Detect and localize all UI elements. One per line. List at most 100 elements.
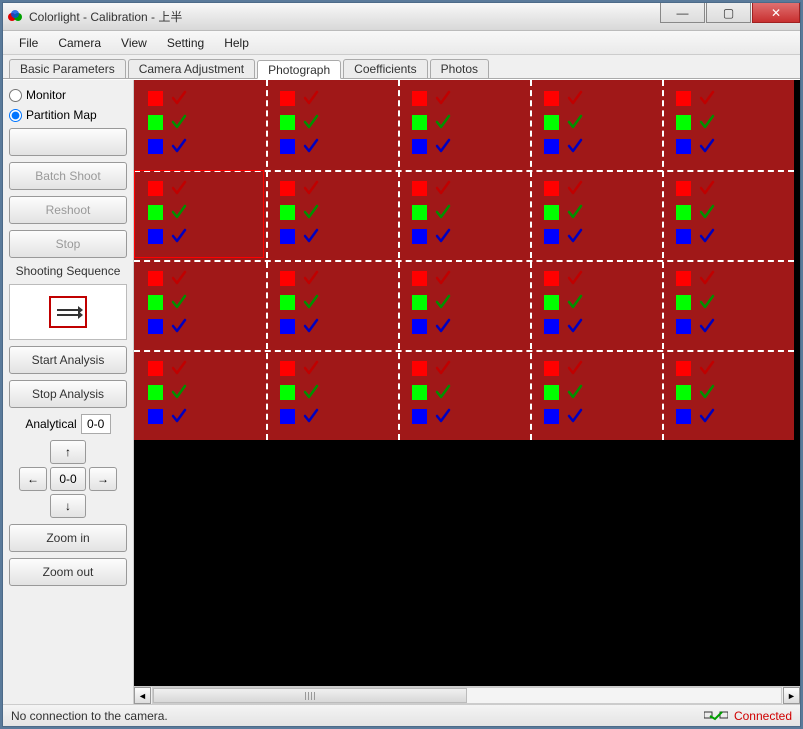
partition-viewport[interactable] — [134, 80, 800, 686]
check-icon — [567, 360, 583, 376]
check-icon — [171, 114, 187, 130]
partition-cell[interactable] — [662, 170, 794, 260]
scroll-thumb[interactable] — [153, 688, 467, 703]
green-swatch — [280, 115, 295, 130]
red-swatch — [280, 361, 295, 376]
tab-strip: Basic Parameters Camera Adjustment Photo… — [3, 55, 800, 79]
menu-view[interactable]: View — [111, 33, 157, 53]
blue-swatch — [676, 139, 691, 154]
nav-right-button[interactable]: → — [89, 467, 117, 491]
sequence-icon — [49, 296, 87, 328]
check-icon — [303, 270, 319, 286]
analytical-input[interactable] — [81, 414, 111, 434]
nav-down-button[interactable]: ↓ — [50, 494, 86, 518]
green-swatch — [544, 115, 559, 130]
nav-left-button[interactable]: ← — [19, 467, 47, 491]
tab-photos[interactable]: Photos — [430, 59, 489, 78]
radio-monitor-input[interactable] — [9, 89, 22, 102]
partition-area — [134, 80, 794, 440]
blue-swatch — [544, 229, 559, 244]
partition-cell[interactable] — [530, 350, 662, 440]
check-icon — [303, 114, 319, 130]
check-icon — [699, 270, 715, 286]
menu-file[interactable]: File — [9, 33, 48, 53]
check-icon — [171, 294, 187, 310]
scroll-right-button[interactable]: ► — [783, 687, 800, 704]
check-icon — [567, 228, 583, 244]
partition-cell[interactable] — [266, 350, 398, 440]
blue-swatch — [280, 139, 295, 154]
tab-basic-parameters[interactable]: Basic Parameters — [9, 59, 126, 78]
partition-cell[interactable] — [266, 170, 398, 260]
check-icon — [435, 90, 451, 106]
partition-cell[interactable] — [530, 170, 662, 260]
partition-cell[interactable] — [398, 260, 530, 350]
check-icon — [435, 384, 451, 400]
stop-analysis-button[interactable]: Stop Analysis — [9, 380, 127, 408]
check-icon — [699, 408, 715, 424]
status-left-text: No connection to the camera. — [11, 709, 168, 723]
partition-cell[interactable] — [134, 260, 266, 350]
red-swatch — [412, 181, 427, 196]
content-area: Monitor Partition Map Batch Shoot Reshoo… — [3, 79, 800, 704]
check-icon — [303, 384, 319, 400]
partition-cell[interactable] — [662, 260, 794, 350]
red-swatch — [544, 181, 559, 196]
nav-center-cell[interactable]: 0-0 — [50, 467, 86, 491]
partition-cell[interactable] — [398, 170, 530, 260]
blue-swatch — [412, 229, 427, 244]
tab-photograph[interactable]: Photograph — [257, 60, 341, 79]
blue-swatch — [544, 409, 559, 424]
batch-shoot-button[interactable]: Batch Shoot — [9, 162, 127, 190]
close-button[interactable]: ✕ — [752, 3, 800, 23]
check-icon — [567, 138, 583, 154]
maximize-button[interactable]: ▢ — [706, 3, 751, 23]
partition-cell[interactable] — [398, 80, 530, 170]
shooting-sequence-box[interactable] — [9, 284, 127, 340]
scroll-track[interactable] — [152, 687, 782, 704]
partition-cell[interactable] — [662, 80, 794, 170]
partition-cell[interactable] — [530, 80, 662, 170]
check-icon — [303, 138, 319, 154]
partition-cell[interactable] — [134, 350, 266, 440]
partition-cell[interactable] — [530, 260, 662, 350]
red-swatch — [280, 181, 295, 196]
red-swatch — [676, 91, 691, 106]
radio-partition-map-input[interactable] — [9, 109, 22, 122]
red-swatch — [544, 361, 559, 376]
partition-cell[interactable] — [134, 80, 266, 170]
check-icon — [435, 408, 451, 424]
zoom-in-button[interactable]: Zoom in — [9, 524, 127, 552]
menu-help[interactable]: Help — [214, 33, 259, 53]
green-swatch — [412, 295, 427, 310]
radio-partition-map[interactable]: Partition Map — [9, 108, 127, 122]
menu-camera[interactable]: Camera — [48, 33, 111, 53]
blank-button[interactable] — [9, 128, 127, 156]
radio-monitor[interactable]: Monitor — [9, 88, 127, 102]
partition-cell[interactable] — [398, 350, 530, 440]
blue-swatch — [676, 319, 691, 334]
check-icon — [171, 408, 187, 424]
menu-setting[interactable]: Setting — [157, 33, 214, 53]
tab-camera-adjustment[interactable]: Camera Adjustment — [128, 59, 255, 78]
partition-cell[interactable] — [266, 80, 398, 170]
check-icon — [699, 138, 715, 154]
start-analysis-button[interactable]: Start Analysis — [9, 346, 127, 374]
red-swatch — [280, 271, 295, 286]
check-icon — [435, 318, 451, 334]
tab-coefficients[interactable]: Coefficients — [343, 59, 427, 78]
check-icon — [303, 180, 319, 196]
partition-cell[interactable] — [662, 350, 794, 440]
blue-swatch — [544, 319, 559, 334]
minimize-button[interactable]: — — [660, 3, 705, 23]
partition-cell[interactable] — [266, 260, 398, 350]
nav-up-button[interactable]: ↑ — [50, 440, 86, 464]
radio-partition-map-label: Partition Map — [26, 108, 97, 122]
check-icon — [567, 180, 583, 196]
green-swatch — [280, 295, 295, 310]
horizontal-scrollbar[interactable]: ◄ ► — [134, 686, 800, 704]
zoom-out-button[interactable]: Zoom out — [9, 558, 127, 586]
scroll-left-button[interactable]: ◄ — [134, 687, 151, 704]
reshoot-button[interactable]: Reshoot — [9, 196, 127, 224]
stop-button[interactable]: Stop — [9, 230, 127, 258]
